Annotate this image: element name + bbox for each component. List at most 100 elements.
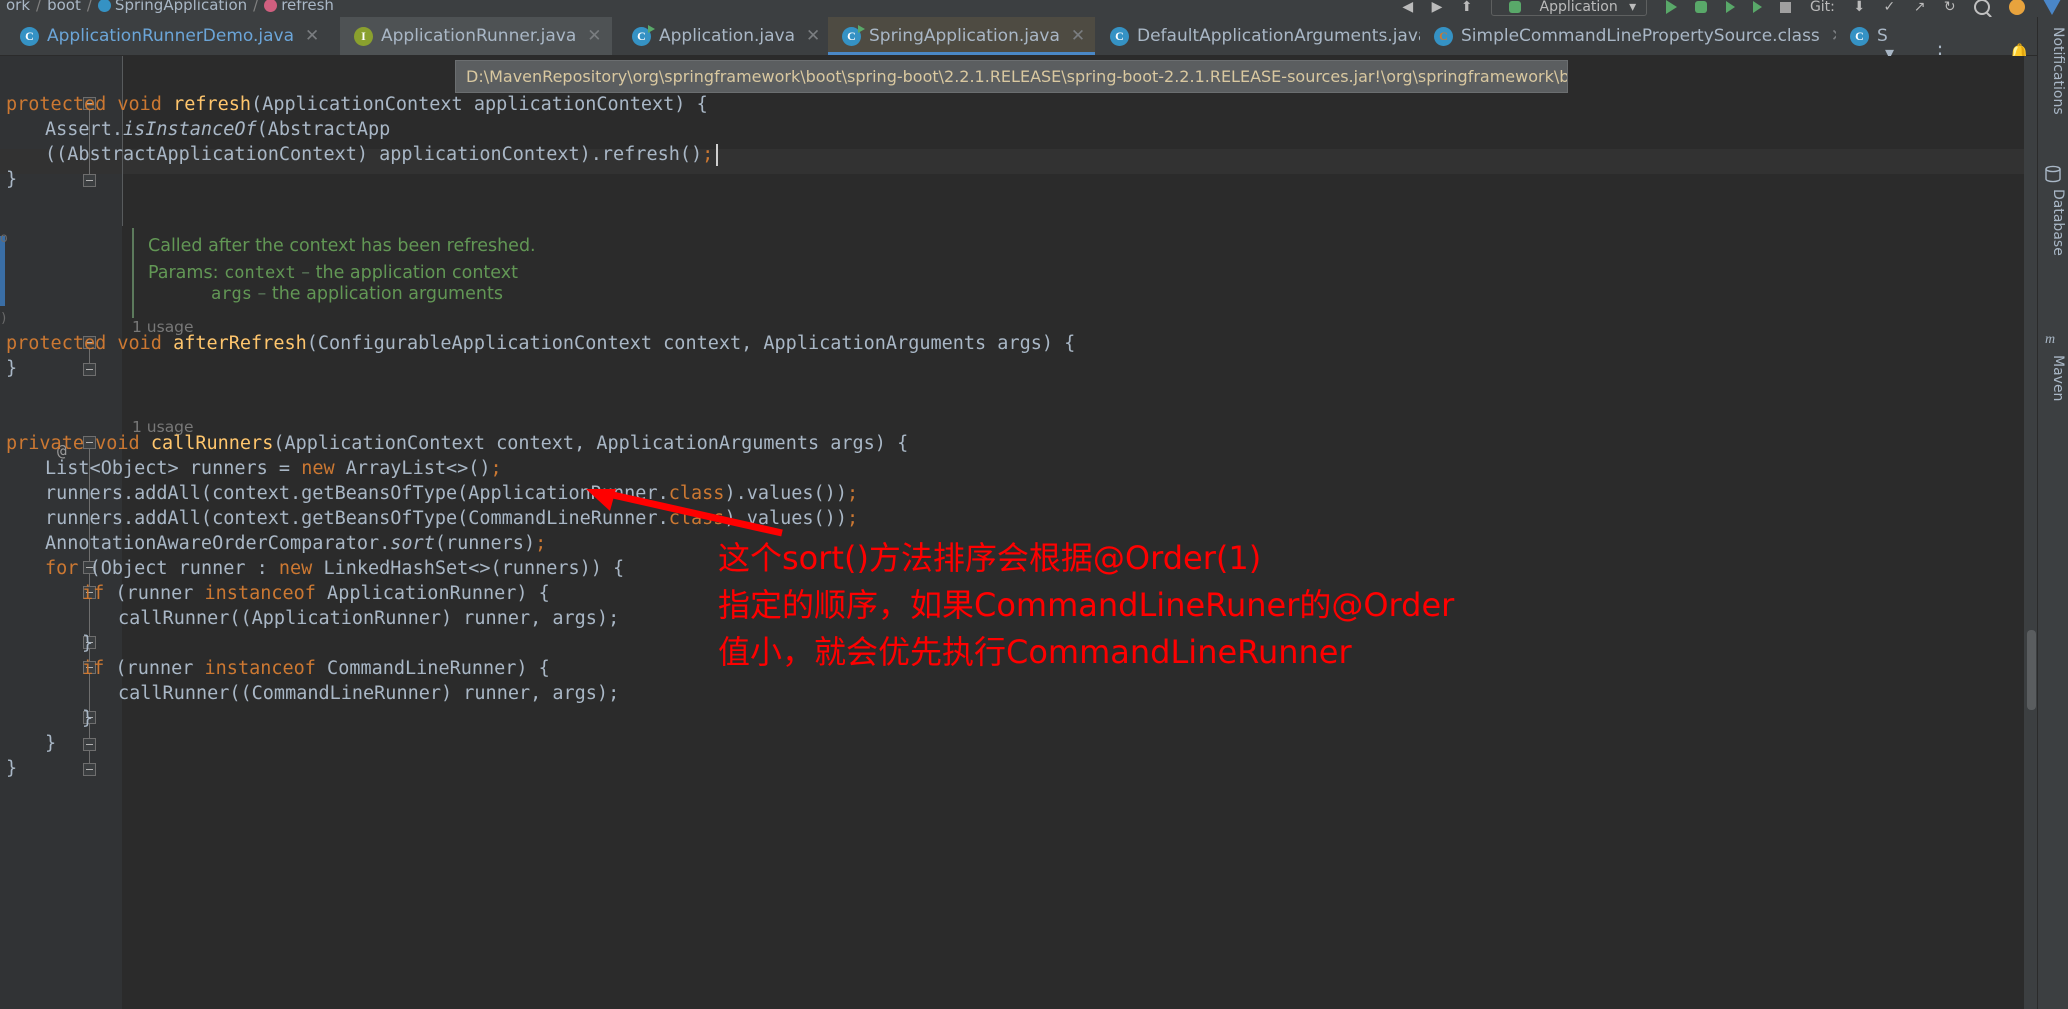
fold-icon[interactable]: [83, 363, 96, 376]
tab-SpringApplication[interactable]: C SpringApplication.java ✕: [828, 17, 1096, 55]
param-desc: the application arguments: [271, 284, 503, 304]
code-line-770[interactable]: }: [45, 731, 56, 756]
maven-icon[interactable]: m: [2044, 327, 2062, 349]
method-icon: [264, 0, 278, 12]
editor-scrollbar-thumb[interactable]: [2027, 630, 2036, 710]
class-icon: C: [1110, 26, 1129, 46]
plugin-icon[interactable]: [2043, 0, 2061, 15]
annotation-text: 这个sort()方法排序会根据@Order(1) 指定的顺序，如果Command…: [718, 535, 1548, 676]
sidebar-item-notifications[interactable]: Notifications: [2040, 27, 2066, 115]
tab-label: ApplicationRunner.java: [381, 26, 577, 46]
database-icon[interactable]: [2044, 165, 2062, 183]
change-marker-column: [0, 56, 14, 1009]
stop-icon[interactable]: [1780, 1, 1792, 13]
tab-ApplicationRunner[interactable]: I ApplicationRunner.java ✕: [340, 17, 612, 55]
updates-icon[interactable]: [2008, 0, 2025, 15]
forward-arrow-icon[interactable]: ▶: [1432, 0, 1443, 15]
param-name: args: [211, 284, 252, 304]
tab-label: SpringApplication.java: [869, 26, 1060, 46]
kw: void: [117, 94, 162, 115]
tab-Application[interactable]: C Application.java ✕: [618, 17, 831, 55]
breadcrumb[interactable]: ork / boot / SpringApplication / refresh: [6, 0, 334, 14]
breadcrumb-item-0[interactable]: ork: [6, 0, 30, 14]
method-name: refresh: [173, 94, 252, 115]
dash: –: [301, 263, 311, 283]
fold-icon[interactable]: [83, 763, 96, 776]
run-config-label: Application: [1539, 0, 1618, 15]
search-icon[interactable]: [1974, 0, 1991, 15]
doc-comment-params-2: args – the application arguments: [211, 281, 503, 308]
sidebar-item-maven[interactable]: Maven: [2040, 355, 2066, 401]
fold-icon[interactable]: [83, 738, 96, 751]
code-line-771[interactable]: }: [6, 756, 17, 781]
tab-DefaultApplicationArguments[interactable]: C DefaultApplicationArguments.java ✕: [1096, 17, 1464, 55]
tooltip-text: D:\MavenRepository\org\springframework\b…: [466, 67, 1567, 86]
param-name: context: [224, 263, 296, 283]
file-path-tooltip: D:\MavenRepository\org\springframework\b…: [455, 60, 1568, 93]
class-runnable-icon: C: [842, 24, 865, 46]
run-with-coverage-icon[interactable]: [1725, 1, 1735, 13]
kw: protected: [6, 94, 107, 115]
git-update-icon[interactable]: ⬇: [1853, 0, 1865, 15]
close-icon[interactable]: ✕: [303, 27, 319, 45]
code-line-747[interactable]: ((AbstractApplicationContext) applicatio…: [45, 142, 713, 167]
breadcrumb-sep: /: [253, 0, 259, 14]
dash: –: [257, 284, 267, 304]
code-line-767[interactable]: if (runner instanceof CommandLineRunner)…: [82, 656, 550, 681]
doc-comment-line-1: Called after the context has been refres…: [148, 236, 536, 256]
tab-label: DefaultApplicationArguments.java: [1137, 26, 1429, 46]
code-line-758[interactable]: private void callRunners(ApplicationCont…: [6, 431, 908, 456]
intellij-window: ork / boot / SpringApplication / refresh ◀ ▶ ⬆…: [0, 0, 2068, 1009]
class-runnable-icon: C: [632, 24, 655, 46]
code-line-745[interactable]: protected void refresh(ApplicationContex…: [6, 92, 708, 117]
code-line-764[interactable]: if (runner instanceof ApplicationRunner)…: [82, 581, 550, 606]
git-commit-icon[interactable]: ✓: [1884, 0, 1896, 15]
tab-label: Application.java: [659, 26, 796, 46]
code-line-756[interactable]: }: [6, 356, 17, 381]
run-icon[interactable]: [1665, 0, 1677, 14]
fold-icon[interactable]: [83, 174, 96, 187]
code-line-748[interactable]: }: [6, 167, 17, 192]
code-line-763[interactable]: for (Object runner : new LinkedHashSet<>…: [45, 556, 624, 581]
breadcrumb-item-1[interactable]: boot: [47, 0, 81, 14]
tab-ApplicationRunnerDemo[interactable]: C ApplicationRunnerDemo.java ✕: [6, 17, 330, 55]
code-line-766[interactable]: }: [82, 631, 93, 656]
class-icon: C: [20, 26, 39, 46]
breadcrumb-sep: /: [86, 0, 92, 14]
code-line-769[interactable]: }: [82, 706, 93, 731]
code-line-762[interactable]: AnnotationAwareOrderComparator.sort(runn…: [45, 531, 546, 556]
close-icon[interactable]: ✕: [804, 27, 820, 45]
close-icon[interactable]: ✕: [1069, 27, 1085, 45]
class-icon: C: [1850, 26, 1869, 46]
change-marker: [0, 236, 5, 306]
breadcrumb-item-2[interactable]: SpringApplication: [115, 0, 247, 14]
code-line-765[interactable]: callRunner((ApplicationRunner) runner, a…: [118, 606, 619, 631]
debug-icon[interactable]: [1695, 1, 1708, 13]
upload-icon[interactable]: ⬆: [1461, 0, 1473, 15]
editor-scrollbar-track[interactable]: [2024, 56, 2038, 1009]
params-label: Params:: [148, 263, 219, 283]
code-line-759[interactable]: List<Object> runners = new ArrayList<>()…: [45, 456, 502, 481]
profile-icon[interactable]: [1753, 1, 1763, 13]
code-editor[interactable]: o ) 745 746 747 748 749 755 756 757 758 …: [0, 56, 2068, 1009]
git-history-icon[interactable]: ↻: [1944, 0, 1956, 15]
sidebar-item-database[interactable]: Database: [2040, 189, 2066, 256]
main-toolbar-fragment: ◀ ▶ ⬆ Application ▾ Git: ⬇ ✓ ↗ ↻: [1395, 0, 2068, 17]
interface-icon: I: [354, 26, 373, 46]
code-line-755[interactable]: protected void afterRefresh(Configurable…: [6, 331, 1075, 356]
code-text: (ApplicationContext applicationContext) …: [251, 94, 708, 115]
red-arrow-icon: [586, 489, 783, 537]
git-push-icon[interactable]: ↗: [1914, 0, 1926, 15]
close-icon[interactable]: ✕: [585, 27, 601, 45]
doc-comment-bar: [132, 228, 134, 318]
class-icon: [97, 0, 111, 12]
run-configuration-selector[interactable]: Application ▾: [1491, 0, 1648, 16]
param-desc: the application context: [315, 263, 518, 283]
annotation-line-1: 这个sort()方法排序会根据@Order(1): [718, 539, 1262, 577]
tab-SimpleCommandLinePropertySource[interactable]: C SimpleCommandLinePropertySource.class …: [1420, 17, 1856, 55]
code-line-768[interactable]: callRunner((CommandLineRunner) runner, a…: [118, 681, 619, 706]
tab-partial[interactable]: C S: [1836, 17, 1907, 55]
back-arrow-icon[interactable]: ◀: [1402, 0, 1413, 15]
code-line-746[interactable]: Assert.isInstanceOf(AbstractApp: [45, 117, 390, 142]
breadcrumb-item-3[interactable]: refresh: [281, 0, 334, 14]
